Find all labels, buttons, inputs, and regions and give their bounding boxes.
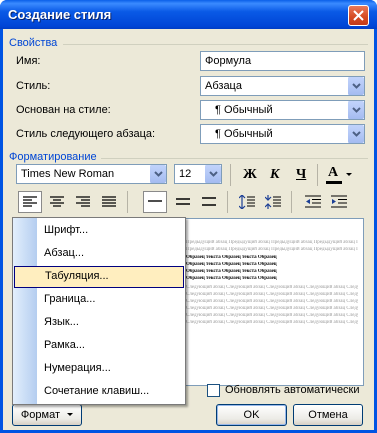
space-increase-icon <box>239 195 255 209</box>
bold-button[interactable]: Ж <box>237 164 261 186</box>
indent-increase-icon <box>331 195 347 208</box>
indent-decrease-icon <box>305 195 321 208</box>
based-on-dropdown-button[interactable] <box>347 101 364 119</box>
italic-button[interactable]: К <box>263 164 287 186</box>
preview-next-paragraph: Следующий абзац Следующий абзац Следующи… <box>186 313 358 318</box>
align-left-icon <box>23 196 37 207</box>
close-button[interactable] <box>348 5 369 26</box>
based-on-label: Основан на стиле: <box>16 104 111 116</box>
single-spacing-button[interactable] <box>143 191 167 213</box>
align-center-button[interactable] <box>45 191 69 213</box>
decrease-indent-button[interactable] <box>301 191 325 213</box>
menu-item-border[interactable]: Граница... <box>13 289 185 311</box>
chevron-down-icon <box>352 131 361 137</box>
next-style-dropdown-button[interactable] <box>347 125 364 143</box>
toolbar-separator <box>227 191 228 213</box>
font-color-button[interactable]: А <box>322 164 354 186</box>
menu-item-numbering[interactable]: Нумерация... <box>13 358 185 380</box>
preview-next-paragraph: Следующий абзац Следующий абзац Следующи… <box>186 299 358 304</box>
font-size-dropdown-button[interactable] <box>204 165 221 183</box>
close-icon <box>353 10 364 21</box>
one-half-spacing-button[interactable] <box>171 191 195 213</box>
name-input[interactable]: Формула <box>200 51 365 71</box>
space-decrease-icon <box>265 195 281 209</box>
chevron-down-icon <box>154 171 163 177</box>
font-color-swatch <box>326 181 342 184</box>
properties-divider <box>63 44 368 45</box>
properties-group-label: Свойства <box>9 37 58 49</box>
formatting-divider <box>101 158 368 159</box>
caret-down-icon <box>67 413 74 417</box>
underline-button[interactable]: Ч <box>289 164 313 186</box>
caret-down-icon <box>346 173 352 176</box>
next-style-label: Стиль следующего абзаца: <box>16 128 156 140</box>
menu-item-font[interactable]: Шрифт... <box>13 220 185 242</box>
preview-next-paragraph: Следующий абзац Следующий абзац Следующи… <box>186 320 358 325</box>
align-center-icon <box>50 196 64 207</box>
preview-next-paragraph: Следующий абзац Следующий абзац Следующи… <box>186 306 358 311</box>
align-justify-icon <box>102 196 116 207</box>
menu-item-tabs[interactable]: Табуляция... <box>14 266 184 288</box>
decrease-space-before-button[interactable] <box>261 191 285 213</box>
auto-update-label: Обновлять автоматически <box>225 384 360 396</box>
preview-next-paragraph: Следующий абзац Следующий абзац Следующи… <box>186 292 358 297</box>
align-left-button[interactable] <box>18 191 42 213</box>
chevron-down-icon <box>352 83 361 89</box>
style-type-select[interactable]: Абзаца <box>200 76 365 96</box>
preview-sample-line: Образец текста Образец текста Образец <box>186 276 277 281</box>
window-title: Создание стиля <box>8 7 112 22</box>
menu-item-paragraph[interactable]: Абзац... <box>13 243 185 265</box>
line-spacing-double-icon <box>202 197 216 206</box>
cancel-button[interactable]: Отмена <box>293 404 363 426</box>
menu-item-frame[interactable]: Рамка... <box>13 335 185 357</box>
based-on-select[interactable]: ¶ Обычный <box>200 100 365 120</box>
font-name-select[interactable]: Times New Roman <box>16 164 167 184</box>
dialog-body: Свойства Имя: Формула Стиль: Абзаца Осно… <box>3 29 374 430</box>
chevron-down-icon <box>209 171 218 177</box>
formatting-group-label: Форматирование <box>9 151 97 163</box>
auto-update-checkbox[interactable] <box>207 384 220 397</box>
font-size-select[interactable]: 12 <box>174 164 222 184</box>
dialog-window: Создание стиля Свойства Имя: Формула Сти… <box>0 0 377 433</box>
toolbar-separator <box>291 191 292 213</box>
toolbar-separator <box>317 164 318 186</box>
style-label: Стиль: <box>16 80 51 92</box>
increase-space-before-button[interactable] <box>235 191 259 213</box>
preview-sample-line: Образец текста Образец текста Образец <box>186 262 277 267</box>
preview-sample-line: Образец текста Образец текста Образец <box>186 269 277 274</box>
next-style-select[interactable]: ¶ Обычный <box>200 124 365 144</box>
format-popup-menu: Шрифт... Абзац... Табуляция... Граница..… <box>12 217 186 405</box>
font-name-dropdown-button[interactable] <box>149 165 166 183</box>
chevron-down-icon <box>352 107 361 113</box>
preview-previous-paragraph: Предыдущий абзац Предыдущий абзац Предыд… <box>186 247 358 252</box>
preview-next-paragraph: Следующий абзац Следующий абзац Следующи… <box>186 285 358 290</box>
name-label: Имя: <box>16 55 41 67</box>
style-type-dropdown-button[interactable] <box>347 77 364 95</box>
align-right-icon <box>76 196 90 207</box>
toolbar-separator <box>230 164 231 186</box>
ok-button[interactable]: OK <box>216 404 287 426</box>
preview-sample-line: Образец текста Образец текста Образец <box>186 255 277 260</box>
menu-item-language[interactable]: Язык... <box>13 312 185 334</box>
title-bar[interactable]: Создание стиля <box>0 0 377 29</box>
preview-previous-paragraph: Предыдущий абзац Предыдущий абзац Предыд… <box>186 240 358 245</box>
double-spacing-button[interactable] <box>197 191 221 213</box>
menu-item-shortcut-key[interactable]: Сочетание клавиш... <box>13 381 185 403</box>
increase-indent-button[interactable] <box>327 191 351 213</box>
format-menu-button[interactable]: Формат <box>12 404 82 426</box>
align-right-button[interactable] <box>71 191 95 213</box>
justify-button[interactable] <box>97 191 121 213</box>
line-spacing-one-half-icon <box>176 198 190 205</box>
line-spacing-single-icon <box>148 200 162 202</box>
toolbar-separator <box>127 191 128 213</box>
